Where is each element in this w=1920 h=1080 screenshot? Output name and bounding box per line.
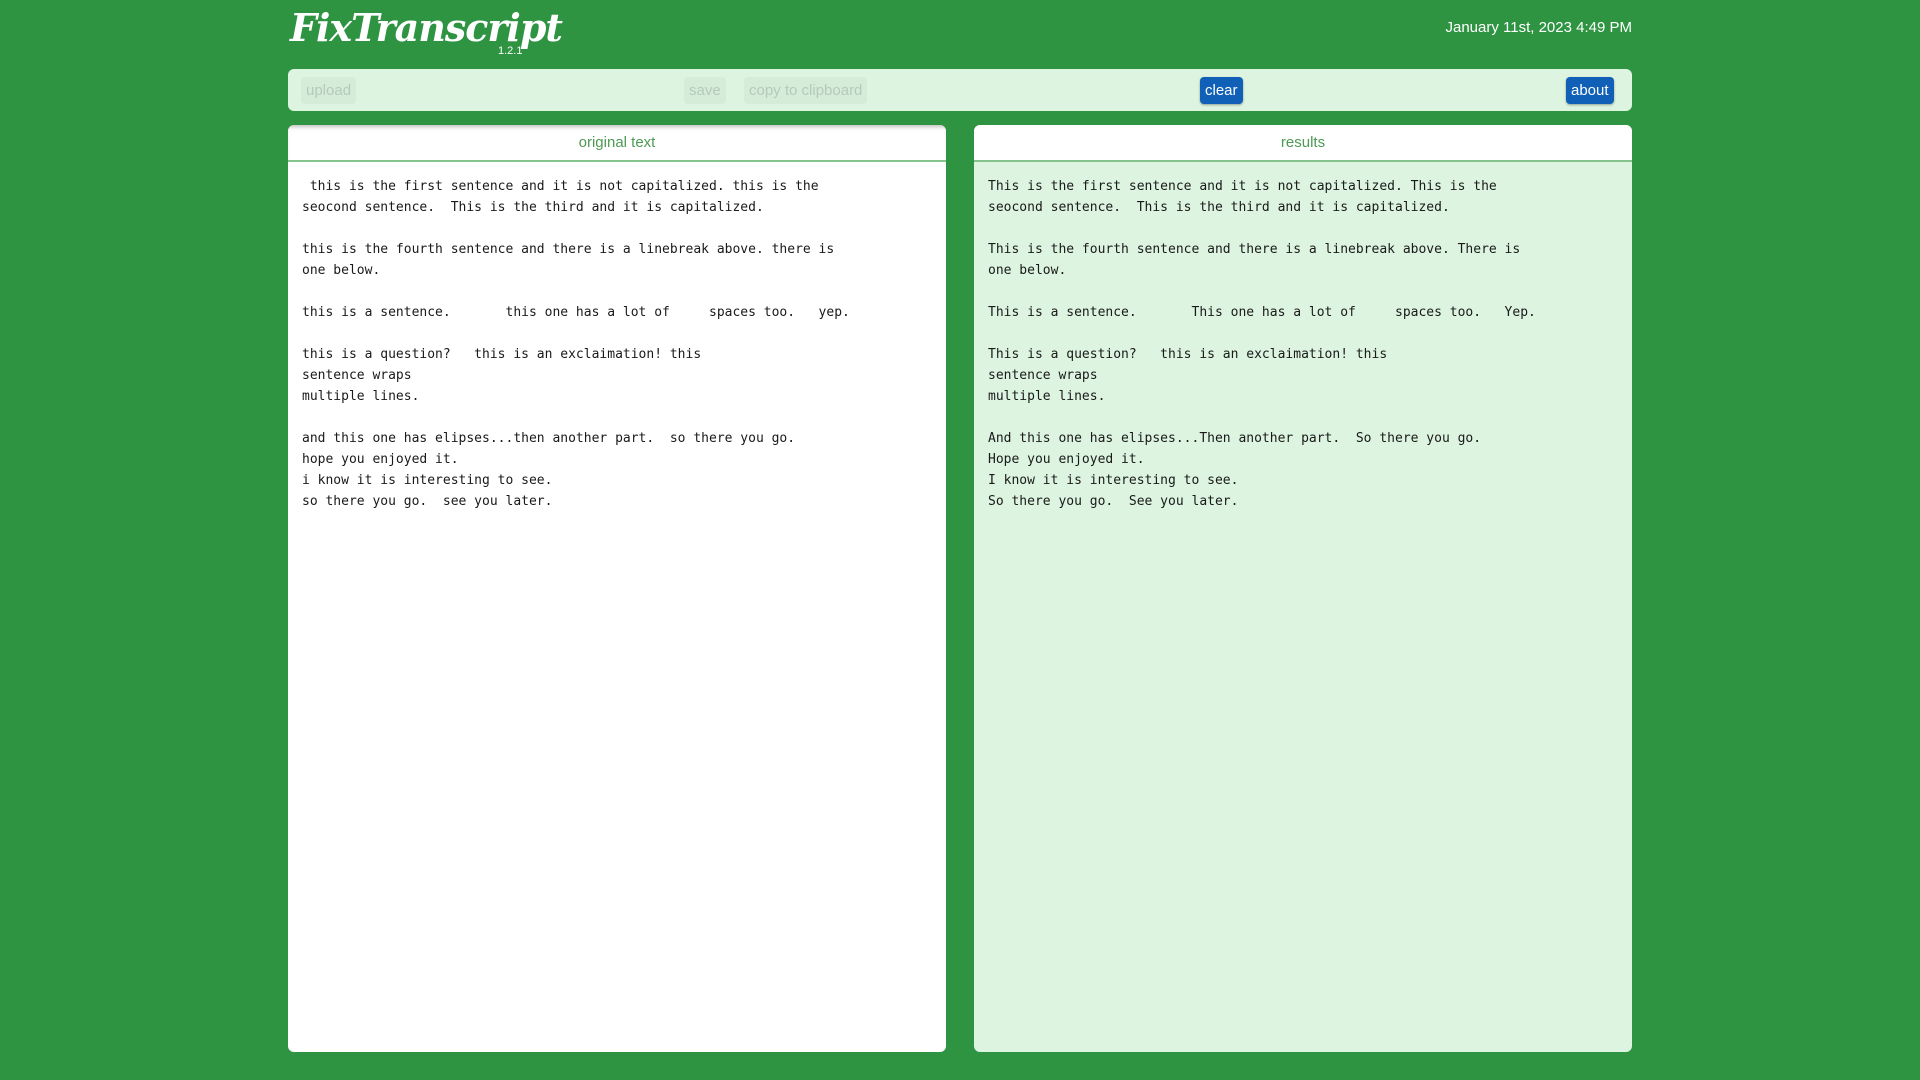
results-line bbox=[988, 281, 1618, 302]
results-heading: results bbox=[974, 125, 1632, 162]
current-datetime: January 11st, 2023 4:49 PM bbox=[1445, 19, 1632, 36]
results-line bbox=[988, 218, 1618, 239]
original-text-line: this is a sentence. this one has a lot o… bbox=[302, 305, 850, 320]
original-text-line: sentence wraps bbox=[302, 368, 412, 383]
original-text-line bbox=[302, 323, 932, 344]
clear-button[interactable]: clear bbox=[1200, 77, 1243, 104]
results-output[interactable]: This is the first sentence and it is not… bbox=[974, 162, 1632, 526]
upload-button[interactable]: upload bbox=[301, 77, 357, 104]
results-line: seocond sentence. This is the third and … bbox=[988, 200, 1450, 215]
results-line: This is a question? this is an exclaimat… bbox=[988, 347, 1388, 362]
results-line: This is the first sentence and it is not… bbox=[988, 179, 1497, 194]
results-line: one below. bbox=[988, 263, 1067, 278]
original-text-line: this is the first sentence and it is not… bbox=[302, 179, 819, 194]
original-text-input[interactable]: this is the first sentence and it is not… bbox=[288, 162, 946, 526]
save-button[interactable]: save bbox=[684, 77, 726, 104]
results-line: And this one has elipses...Then another … bbox=[988, 431, 1482, 446]
toolbar: upload save copy to clipboard clear abou… bbox=[288, 69, 1632, 111]
original-text-line: so there you go. see you later. bbox=[302, 494, 553, 509]
results-line: This is a sentence. This one has a lot o… bbox=[988, 305, 1536, 320]
copy-to-clipboard-button[interactable]: copy to clipboard bbox=[744, 77, 868, 104]
app-container: FixTranscript 1.2.1 January 11st, 2023 4… bbox=[288, 0, 1632, 1080]
results-panel: results This is the first sentence and i… bbox=[974, 125, 1632, 1052]
results-line: I know it is interesting to see. bbox=[988, 473, 1239, 488]
original-text-panel: original text this is the first sentence… bbox=[288, 125, 946, 1052]
header: FixTranscript 1.2.1 January 11st, 2023 4… bbox=[288, 0, 1632, 68]
app-version: 1.2.1 bbox=[498, 45, 523, 57]
original-text-line: this is a question? this is an exclaimat… bbox=[302, 347, 702, 362]
original-text-heading: original text bbox=[288, 125, 946, 162]
original-text-line: i know it is interesting to see. bbox=[302, 473, 553, 488]
results-line: Hope you enjoyed it. bbox=[988, 452, 1145, 467]
original-text-line bbox=[302, 281, 932, 302]
results-line: This is the fourth sentence and there is… bbox=[988, 242, 1521, 257]
results-line bbox=[988, 323, 1618, 344]
results-line: So there you go. See you later. bbox=[988, 494, 1239, 509]
original-text-line: and this one has elipses...then another … bbox=[302, 431, 796, 446]
original-text-line bbox=[302, 407, 932, 428]
original-text-line: seocond sentence. This is the third and … bbox=[302, 200, 764, 215]
original-text-line: hope you enjoyed it. bbox=[302, 452, 459, 467]
about-button[interactable]: about bbox=[1566, 77, 1614, 104]
results-line: multiple lines. bbox=[988, 389, 1106, 404]
original-text-line: multiple lines. bbox=[302, 389, 420, 404]
results-line bbox=[988, 407, 1618, 428]
original-text-line: this is the fourth sentence and there is… bbox=[302, 242, 835, 257]
original-text-line bbox=[302, 218, 932, 239]
original-text-line: one below. bbox=[302, 263, 381, 278]
results-line: sentence wraps bbox=[988, 368, 1098, 383]
